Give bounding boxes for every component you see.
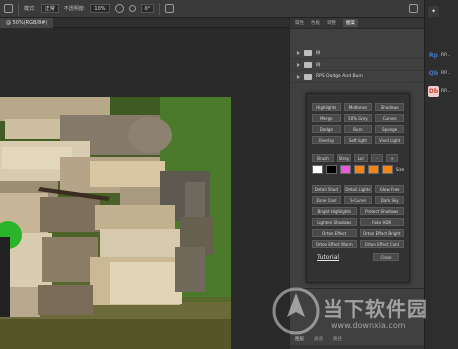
watermark: 当下软件园 www.downxia.com <box>271 283 456 345</box>
size-label: Size <box>395 167 405 172</box>
tab-properties[interactable]: 属性 <box>295 20 304 26</box>
lighten-shadows-button[interactable]: Lighten Shadows <box>312 218 357 226</box>
orton-effect-button[interactable]: Orton Effect <box>312 229 357 237</box>
swatch-orange[interactable] <box>353 165 365 174</box>
vivid-light-button[interactable]: Vivid Light <box>375 136 404 144</box>
mode-select[interactable]: 正常 <box>40 4 59 13</box>
watermark-title: 当下软件园 <box>323 297 428 321</box>
overlay-button[interactable]: Overlay <box>312 136 341 144</box>
watermark-logo-icon <box>272 287 320 335</box>
grey-50-button[interactable]: 50% Grey <box>343 114 373 122</box>
close-button[interactable]: Close <box>373 253 399 261</box>
tab-patterns[interactable]: 图案 <box>343 19 358 27</box>
shadows-button[interactable]: Shadows <box>375 103 404 111</box>
swatch-black[interactable] <box>325 165 337 174</box>
db-icon: Db <box>428 85 439 97</box>
soft-light-button[interactable]: Soft light <box>343 136 373 144</box>
rp-icon: Rp <box>429 51 438 59</box>
swatch-orange[interactable] <box>367 165 379 174</box>
chevron-right-icon <box>297 50 300 55</box>
folder-icon <box>304 49 312 56</box>
woodpile-image <box>0 97 231 349</box>
stroke-button[interactable]: Stroy <box>337 154 351 162</box>
color-button[interactable]: Lor <box>354 154 368 162</box>
watermark-url: www.downxia.com <box>331 321 406 330</box>
s-curve-button[interactable]: S-Curve <box>343 196 373 204</box>
folder-label: 树 <box>316 62 321 68</box>
strip-item[interactable]: Db RP... <box>425 82 458 100</box>
orton-effect-cold-button[interactable]: Orton Effect Cold <box>359 240 404 248</box>
strip-item-label: RP... <box>441 88 451 94</box>
mode-label: 模式: <box>24 6 36 12</box>
opacity-field[interactable]: 10% <box>90 4 110 13</box>
rps-dodge-burn-panel: Highlights Midtones Shadows Merge 50% Gr… <box>306 93 410 283</box>
strip-item[interactable]: ✦ <box>425 2 458 20</box>
fake-hdr-button[interactable]: Fake HDR <box>359 218 404 226</box>
brush-row: Brush Stroy Lor - + <box>307 154 409 162</box>
document-tab[interactable]: @ 50%(RGB/8#) <box>0 18 54 28</box>
orton-effect-bright-button[interactable]: Orton Effect Bright <box>359 229 404 237</box>
angle-field[interactable]: 0° <box>140 4 155 13</box>
chevron-right-icon <box>297 62 300 67</box>
tutorial-link[interactable]: Tutorial <box>317 254 339 261</box>
folder-row[interactable]: 树 <box>290 59 424 71</box>
swatch-orange[interactable] <box>381 165 393 174</box>
sponge-button[interactable]: Sponge <box>375 125 404 133</box>
zone-cool-button[interactable]: Zone Cool <box>312 196 341 204</box>
size-up-button[interactable]: + <box>386 154 398 162</box>
qb-icon: Qb <box>428 69 439 77</box>
strip-item[interactable]: Rp RP... <box>425 46 458 64</box>
strip-item-label: RP... <box>441 70 451 76</box>
detail-lights-button[interactable]: Detail Lights <box>343 185 373 193</box>
action-grid-two: Bright Highlights Protect Shadows Lighte… <box>307 207 409 248</box>
folder-icon <box>304 61 312 68</box>
brush-button[interactable]: Brush <box>312 154 334 162</box>
dark-sky-button[interactable]: Dark Sky <box>375 196 404 204</box>
highlights-button[interactable]: Highlights <box>312 103 341 111</box>
folder-icon <box>304 73 312 80</box>
pressure-pen-icon[interactable] <box>165 4 175 13</box>
plugin-title: RPS Dodge And Burn <box>316 74 364 79</box>
mode-button-grid: Highlights Midtones Shadows Merge 50% Gr… <box>307 103 409 144</box>
lightbulb-icon: ✦ <box>428 5 439 17</box>
tool-preset-icon[interactable] <box>4 4 13 13</box>
swatch-row: Size <box>307 165 409 174</box>
detail-shadows-button[interactable]: Detail Shad <box>312 185 341 193</box>
swatch-magenta[interactable] <box>339 165 351 174</box>
protect-shadows-button[interactable]: Protect Shadows <box>359 207 404 215</box>
options-bar: 模式: 正常 不透明度: 10% 0° <box>0 0 424 18</box>
panel-tab-bar: 属性 色板 调整 图案 <box>290 18 424 29</box>
folder-row[interactable]: RPS Dodge And Burn <box>290 71 424 83</box>
swatch-white[interactable] <box>312 165 323 174</box>
burn-button[interactable]: Burn <box>343 125 373 133</box>
merge-button[interactable]: Merge <box>312 114 341 122</box>
midtones-button[interactable]: Midtones <box>343 103 373 111</box>
glow-free-button[interactable]: Glow Free <box>375 185 404 193</box>
divider <box>18 2 19 15</box>
strip-item[interactable]: Qb RP... <box>425 64 458 82</box>
woodpile-photo <box>0 97 231 349</box>
opacity-label: 不透明度: <box>63 6 86 12</box>
strip-item-label: RP... <box>441 52 451 58</box>
tab-swatches[interactable]: 色板 <box>311 20 320 26</box>
divider <box>159 2 161 15</box>
symmetry-icon[interactable] <box>409 4 418 13</box>
angle-icon <box>128 5 136 12</box>
folder-row[interactable]: 树 <box>290 47 424 59</box>
action-grid-three: Detail Shad Detail Lights Glow Free Zone… <box>307 185 409 204</box>
folder-label: 树 <box>316 50 321 56</box>
chevron-right-icon <box>297 74 300 79</box>
orton-effect-warm-button[interactable]: Orton Effect Warm <box>312 240 357 248</box>
size-down-button[interactable]: - <box>371 154 383 162</box>
settings-gear-icon[interactable] <box>114 4 124 13</box>
tab-adjustments[interactable]: 调整 <box>327 20 336 26</box>
bright-highlights-button[interactable]: Bright Highlights <box>312 207 357 215</box>
curves-button[interactable]: Curves <box>375 114 404 122</box>
dodge-button[interactable]: Dodge <box>312 125 341 133</box>
